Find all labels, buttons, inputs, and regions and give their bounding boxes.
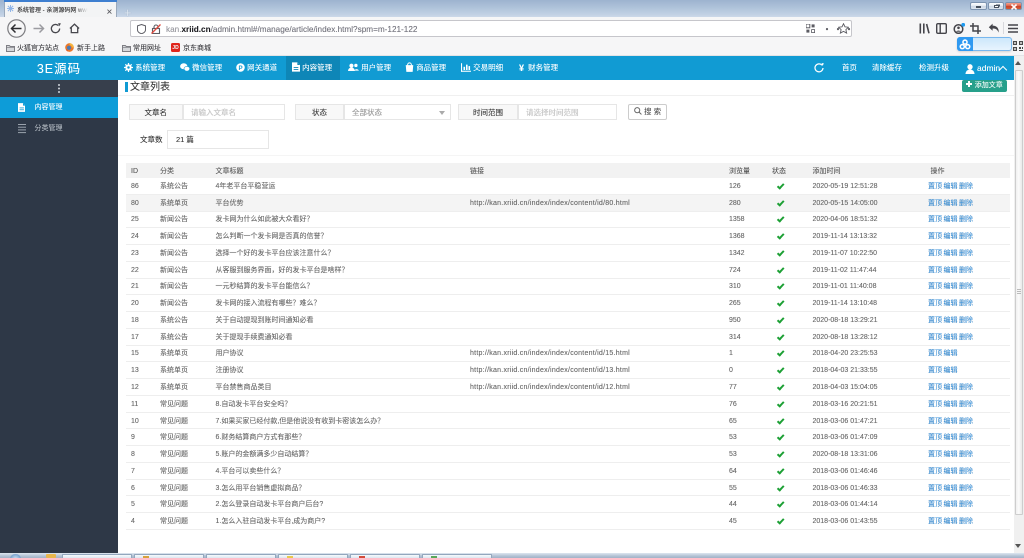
svg-text:¥: ¥ — [519, 63, 524, 72]
svg-text:P: P — [238, 64, 242, 71]
